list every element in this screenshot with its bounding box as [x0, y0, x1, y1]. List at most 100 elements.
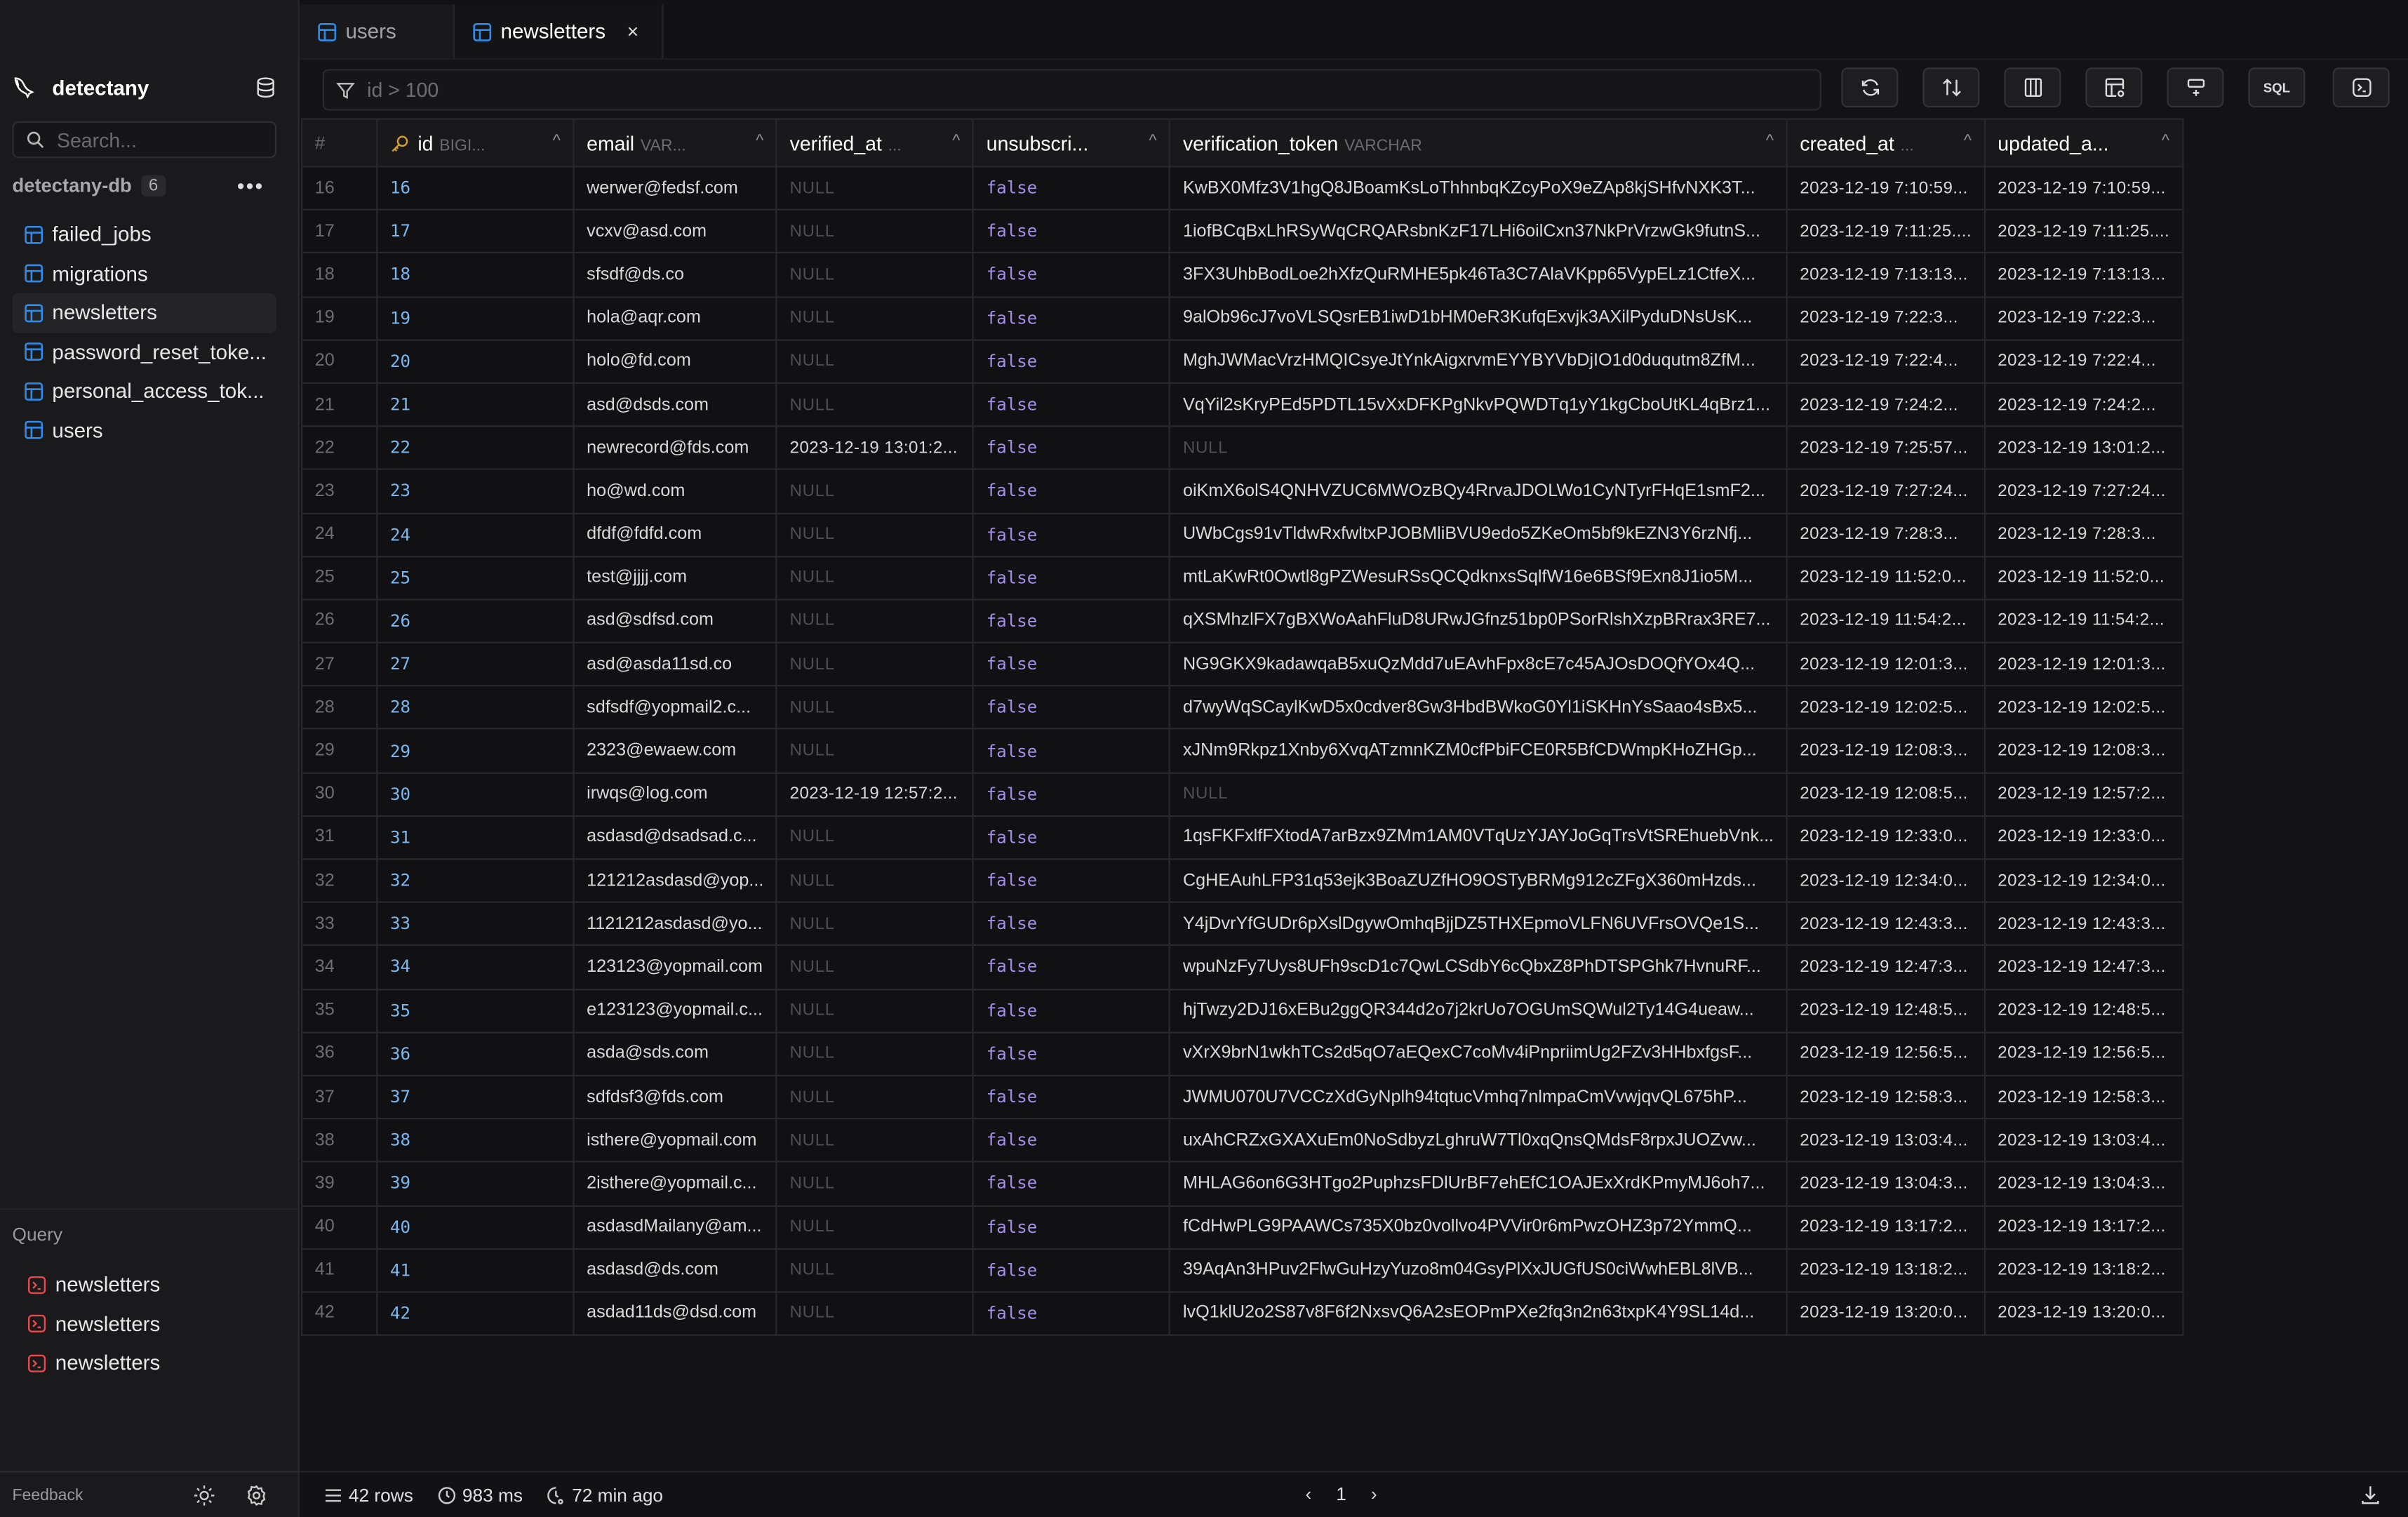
updated-at-cell[interactable]: 2023-12-19 7:22:3...	[1984, 295, 2183, 341]
table-row[interactable]: 29 29 2323@ewaew.com NULL false xJNm9Rkpz1Xnb…	[301, 728, 2183, 774]
table-row[interactable]: 40 40 asdasdMailany@am... NULL false fCdHwPLG…	[301, 1204, 2183, 1250]
unsubscribed-cell[interactable]: false	[972, 1031, 1171, 1076]
table-row[interactable]: 39 39 2isthere@yopmail.c... NULL false MHLAG6…	[301, 1161, 2183, 1206]
table-row[interactable]: 23 23 ho@wd.com NULL false oiKmX6olS4QNHVZUC6…	[301, 469, 2183, 514]
table-row[interactable]: 22 22 newrecord@fds.com 2023-12-19 13:01:2.…	[301, 425, 2183, 471]
created-at-cell[interactable]: 2023-12-19 7:28:3...	[1786, 512, 1986, 557]
updated-at-cell[interactable]: 2023-12-19 13:04:3...	[1984, 1161, 2183, 1206]
sidebar-table-item[interactable]: newsletters	[12, 293, 276, 333]
email-cell[interactable]: werwer@fedsf.com	[573, 166, 778, 211]
verification-token-cell[interactable]: 39AqAn3HPuv2FlwGuHzyYuzo8m04GsyPlXxJUGfU…	[1169, 1248, 1788, 1293]
created-at-cell[interactable]: 2023-12-19 12:01:3...	[1786, 641, 1986, 687]
verified-at-cell[interactable]: NULL	[775, 1291, 975, 1336]
verification-token-cell[interactable]: MHLAG6on6G3HTgo2PuphzsFDlUrBF7ehEfC1OAJE…	[1169, 1161, 1788, 1206]
row-number-header[interactable]: #	[301, 118, 378, 168]
table-row[interactable]: 25 25 test@jjjj.com NULL false mtLaKwRt0Owtl8…	[301, 555, 2183, 601]
id-cell[interactable]: 38	[376, 1118, 575, 1163]
id-cell[interactable]: 37	[376, 1074, 575, 1120]
database-row[interactable]: detectany-db 6 •••	[13, 172, 274, 199]
verification-token-cell[interactable]: qXSMhzlFX7gBXWoAahFluD8URwJGfnz51bp0PSor…	[1169, 599, 1788, 644]
id-cell[interactable]: 31	[376, 815, 575, 860]
verification-token-cell[interactable]: xJNm9Rkpz1Xnby6XvqATzmnKZM0cfPbiFCE0R5Bf…	[1169, 728, 1788, 774]
verified-at-cell[interactable]: NULL	[775, 339, 975, 384]
id-cell[interactable]: 41	[376, 1248, 575, 1293]
saved-query-item[interactable]: newsletters	[13, 1304, 276, 1344]
table-row[interactable]: 36 36 asda@sds.com NULL false vXrX9brN1wkhTCs…	[301, 1031, 2183, 1076]
updated-at-cell[interactable]: 2023-12-19 7:13:13...	[1984, 252, 2183, 298]
id-cell[interactable]: 26	[376, 599, 575, 644]
sort-chevron-icon[interactable]: ^	[553, 131, 561, 149]
verification-token-cell[interactable]: uxAhCRZxGXAXuEm0NoSdbyzLghruW7Tl0xqQnsQM…	[1169, 1118, 1788, 1163]
email-cell[interactable]: asdasd@dsadsad.c...	[573, 815, 778, 860]
table-row[interactable]: 28 28 sdfsdf@yopmail2.c... NULL false d7wyWqS…	[301, 685, 2183, 730]
email-cell[interactable]: dfdf@fdfd.com	[573, 512, 778, 557]
column-header[interactable]: created_at... ^	[1786, 118, 1986, 168]
table-row[interactable]: 26 26 asd@sdfsd.com NULL false qXSMhzlFX7gBXW…	[301, 599, 2183, 644]
created-at-cell[interactable]: 2023-12-19 7:11:25....	[1786, 209, 1986, 254]
refresh-button[interactable]	[1841, 67, 1899, 108]
unsubscribed-cell[interactable]: false	[972, 1161, 1171, 1206]
sort-button[interactable]	[1922, 67, 1980, 108]
email-cell[interactable]: sdfsdf@yopmail2.c...	[573, 685, 778, 730]
theme-toggle-sun-icon[interactable]	[194, 1485, 215, 1506]
columns-button[interactable]	[2004, 67, 2061, 108]
updated-at-cell[interactable]: 2023-12-19 12:48:5...	[1984, 988, 2183, 1034]
email-cell[interactable]: asdasd@ds.com	[573, 1248, 778, 1293]
updated-at-cell[interactable]: 2023-12-19 13:18:2...	[1984, 1248, 2183, 1293]
verified-at-cell[interactable]: NULL	[775, 858, 975, 904]
verified-at-cell[interactable]: NULL	[775, 1204, 975, 1250]
sidebar-table-item[interactable]: personal_access_tok...	[13, 372, 276, 411]
id-cell[interactable]: 27	[376, 641, 575, 687]
sidebar-search-input[interactable]	[53, 126, 260, 153]
created-at-cell[interactable]: 2023-12-19 12:08:3...	[1786, 728, 1986, 774]
column-header[interactable]: email VAR... ^	[573, 118, 778, 168]
verified-at-cell[interactable]: NULL	[775, 166, 975, 211]
verified-at-cell[interactable]: NULL	[775, 209, 975, 254]
unsubscribed-cell[interactable]: false	[972, 252, 1171, 298]
updated-at-cell[interactable]: 2023-12-19 12:33:0...	[1984, 815, 2183, 860]
email-cell[interactable]: vcxv@asd.com	[573, 209, 778, 254]
unsubscribed-cell[interactable]: false	[972, 728, 1171, 774]
verified-at-cell[interactable]: NULL	[775, 944, 975, 990]
id-cell[interactable]: 23	[376, 469, 575, 514]
email-cell[interactable]: test@jjjj.com	[573, 555, 778, 601]
id-cell[interactable]: 32	[376, 858, 575, 904]
verified-at-cell[interactable]: NULL	[775, 1031, 975, 1076]
verification-token-cell[interactable]: mtLaKwRt0Owtl8gPZWesuRSsQCQdknxsSqlfW16e…	[1169, 555, 1788, 601]
unsubscribed-cell[interactable]: false	[972, 512, 1171, 557]
id-cell[interactable]: 42	[376, 1291, 575, 1336]
email-cell[interactable]: ho@wd.com	[573, 469, 778, 514]
verification-token-cell[interactable]: wpuNzFy7Uys8UFh9scD1c7QwLCSdbY6cQbxZ8PhD…	[1169, 944, 1788, 990]
email-cell[interactable]: asda@sds.com	[573, 1031, 778, 1076]
unsubscribed-cell[interactable]: false	[972, 641, 1171, 687]
email-cell[interactable]: holo@fd.com	[573, 339, 778, 384]
created-at-cell[interactable]: 2023-12-19 12:08:5...	[1786, 771, 1986, 817]
close-tab-icon[interactable]: ×	[627, 20, 639, 43]
email-cell[interactable]: asd@asda11sd.co	[573, 641, 778, 687]
verified-at-cell[interactable]: NULL	[775, 1118, 975, 1163]
updated-at-cell[interactable]: 2023-12-19 12:34:0...	[1984, 858, 2183, 904]
created-at-cell[interactable]: 2023-12-19 12:34:0...	[1786, 858, 1986, 904]
verification-token-cell[interactable]: oiKmX6olS4QNHVZUC6MWOzBQy4RrvaJDOLWo1CyN…	[1169, 469, 1788, 514]
verification-token-cell[interactable]: Y4jDvrYfGUDr6pXslDgywOmhqBjjDZ5THXEpmoVL…	[1169, 901, 1788, 947]
verification-token-cell[interactable]: NULL	[1169, 771, 1788, 817]
created-at-cell[interactable]: 2023-12-19 7:22:4...	[1786, 339, 1986, 384]
unsubscribed-cell[interactable]: false	[972, 339, 1171, 384]
updated-at-cell[interactable]: 2023-12-19 12:43:3...	[1984, 901, 2183, 947]
created-at-cell[interactable]: 2023-12-19 11:54:2...	[1786, 599, 1986, 644]
unsubscribed-cell[interactable]: false	[972, 1074, 1171, 1120]
column-header[interactable]: unsubscri... ^	[972, 118, 1171, 168]
email-cell[interactable]: hola@aqr.com	[573, 295, 778, 341]
created-at-cell[interactable]: 2023-12-19 7:22:3...	[1786, 295, 1986, 341]
verification-token-cell[interactable]: lvQ1klU2o2S87v8F6f2NxsvQ6A2sEOPmPXe2fq3n…	[1169, 1291, 1788, 1336]
email-cell[interactable]: asd@sdfsd.com	[573, 599, 778, 644]
updated-at-cell[interactable]: 2023-12-19 13:01:2...	[1984, 425, 2183, 471]
email-cell[interactable]: asdasdMailany@am...	[573, 1204, 778, 1250]
verified-at-cell[interactable]: NULL	[775, 382, 975, 427]
updated-at-cell[interactable]: 2023-12-19 11:52:0...	[1984, 555, 2183, 601]
unsubscribed-cell[interactable]: false	[972, 771, 1171, 817]
filter-bar[interactable]	[322, 69, 1821, 111]
unsubscribed-cell[interactable]: false	[972, 944, 1171, 990]
created-at-cell[interactable]: 2023-12-19 7:10:59...	[1786, 166, 1986, 211]
verified-at-cell[interactable]: NULL	[775, 685, 975, 730]
